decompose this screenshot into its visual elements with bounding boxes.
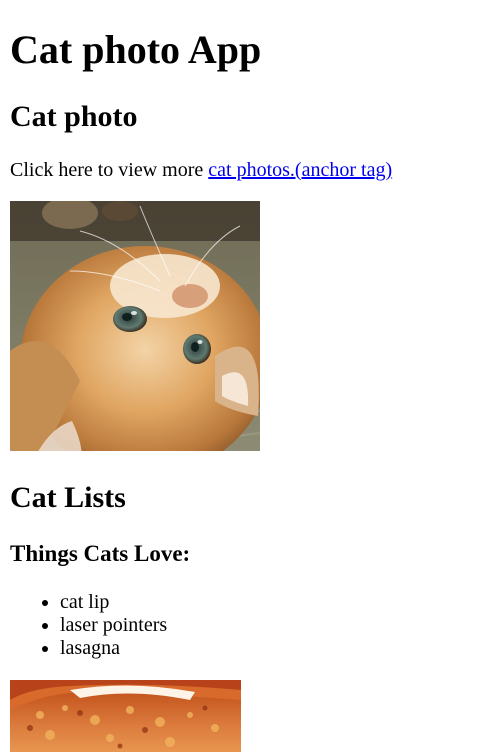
cat-photo-heading: Cat photo <box>10 100 138 133</box>
list-item: lasagna <box>60 637 167 660</box>
things-cats-love-list: cat lip laser pointers lasagna <box>10 591 167 660</box>
page-title: Cat photo App <box>10 27 262 72</box>
list-item: laser pointers <box>60 614 167 637</box>
intro-text: Click here to view more <box>10 159 209 181</box>
cat-lists-heading: Cat Lists <box>10 481 126 514</box>
page: Cat photo App Cat photo Click here to vi… <box>0 0 497 752</box>
things-cats-love-heading: Things Cats Love: <box>10 541 191 566</box>
cat-photo-image[interactable] <box>10 201 260 451</box>
list-item: cat lip <box>60 591 167 614</box>
lasagna-image <box>10 680 241 752</box>
intro-paragraph: Click here to view more cat photos.(anch… <box>10 158 392 182</box>
cat-photos-link[interactable]: cat photos.(anchor tag) <box>208 159 392 181</box>
